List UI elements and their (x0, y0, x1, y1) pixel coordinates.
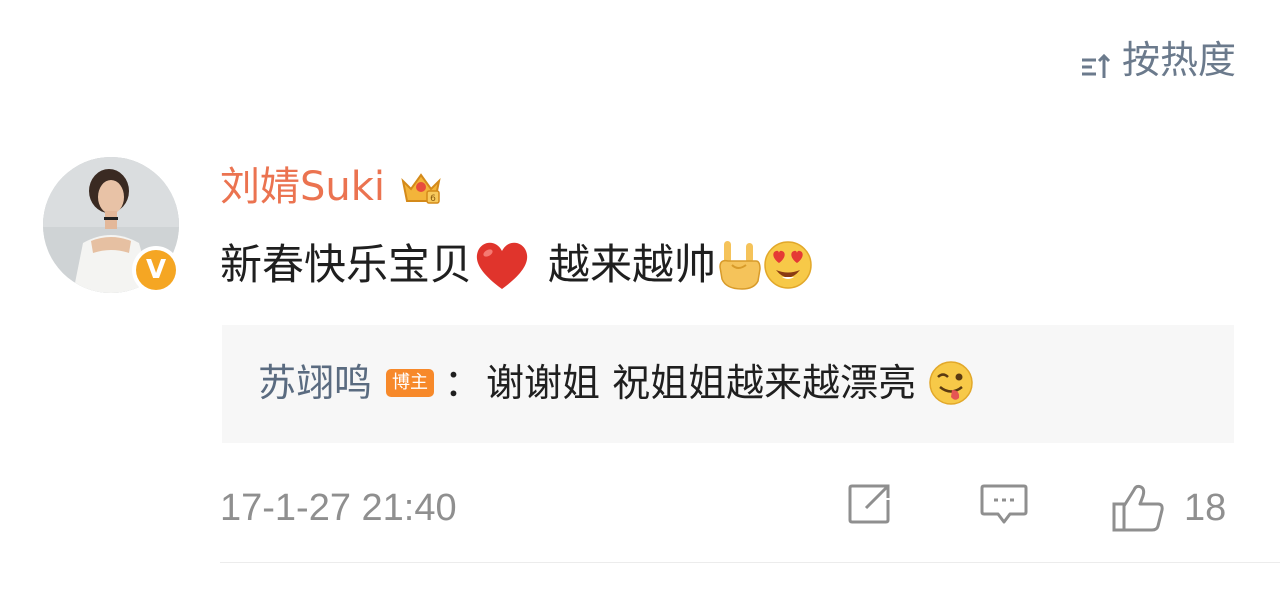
share-button[interactable] (846, 482, 894, 526)
comment-timestamp: 17-1-27 21:40 (220, 487, 457, 529)
comment-icon (980, 484, 1028, 524)
divider (220, 562, 1280, 563)
reply-text: 谢谢姐 祝姐姐越来越漂亮 (486, 361, 917, 405)
author-badge: 博主 (386, 369, 435, 397)
comment-text-part1: 新春快乐宝贝 (220, 240, 473, 289)
sort-label: 按热度 (1121, 38, 1236, 82)
like-button[interactable]: 18 (1110, 482, 1226, 534)
svg-text:6: 6 (430, 194, 436, 204)
comment-button[interactable] (978, 482, 1030, 528)
heart-eyes-icon (764, 241, 812, 289)
reply-username[interactable]: 苏翊鸣 (258, 353, 372, 413)
sort-by-heat-button[interactable]: 按热度 (1080, 36, 1236, 84)
reply-colon: ： (444, 361, 483, 405)
comment-username[interactable]: 刘婧Suki (220, 160, 385, 214)
comment-page: 按热度 V 刘婧Suki 6 新春快乐宝贝 越来越帅 苏翊鸣 博主 ： 谢谢姐 … (0, 0, 1280, 594)
comment-header: 刘婧Suki 6 (220, 160, 443, 214)
comment-text-part2: 越来越帅 (548, 240, 717, 289)
winking-tongue-icon (929, 361, 973, 405)
share-icon (848, 484, 890, 524)
like-count: 18 (1184, 487, 1227, 529)
sort-icon (1080, 45, 1114, 78)
red-heart-icon (476, 242, 528, 289)
crown-vip-icon[interactable]: 6 (399, 167, 443, 207)
reply-row: 苏翊鸣 博主 ： 谢谢姐 祝姐姐越来越漂亮 (258, 353, 974, 413)
verified-badge: V (132, 246, 180, 294)
rock-on-hand-icon (719, 241, 761, 290)
comment-text: 新春快乐宝贝 越来越帅 (220, 235, 814, 295)
reply-box[interactable]: 苏翊鸣 博主 ： 谢谢姐 祝姐姐越来越漂亮 (222, 325, 1234, 443)
verified-v-icon: V (136, 250, 176, 290)
thumbs-up-icon (1112, 484, 1164, 532)
